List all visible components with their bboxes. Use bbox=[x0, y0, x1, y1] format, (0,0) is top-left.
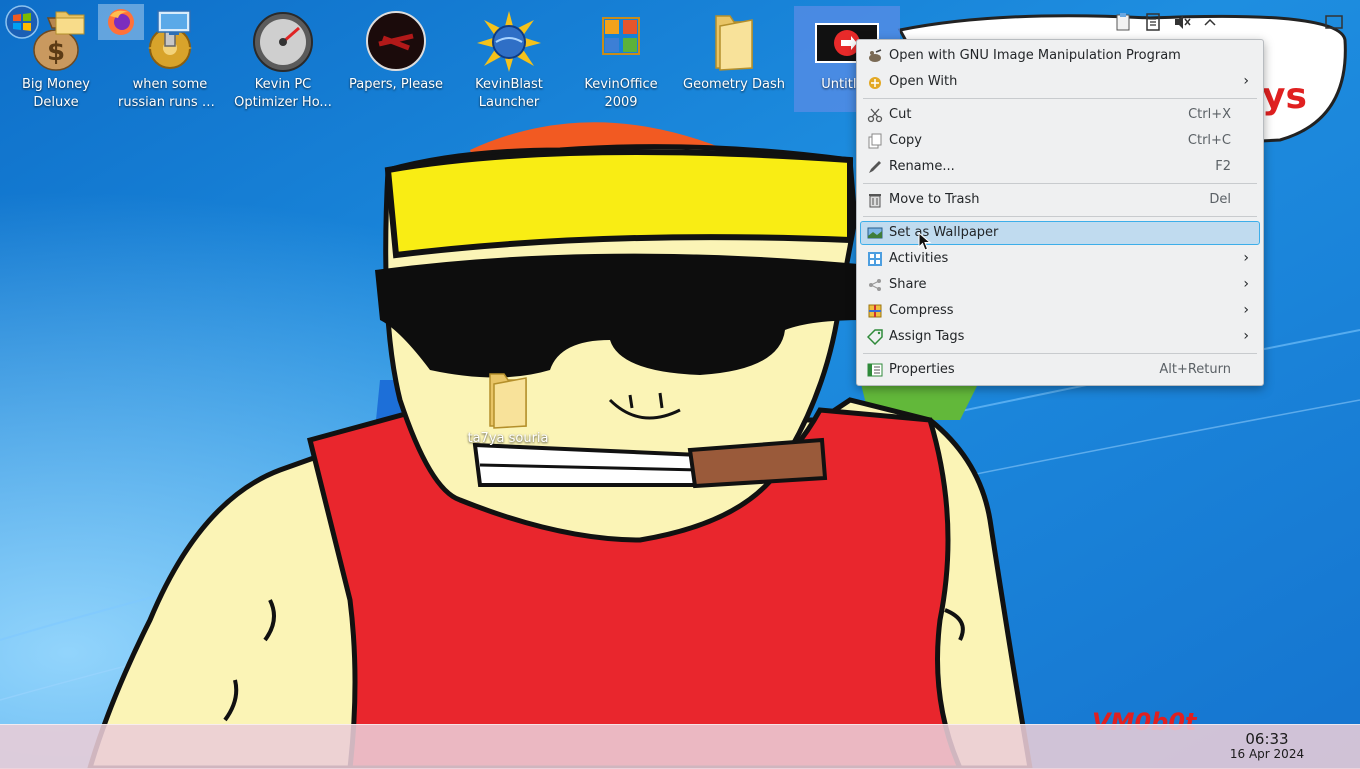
folder-icon bbox=[489, 373, 527, 429]
svg-text:$: $ bbox=[47, 37, 65, 67]
mouse-cursor-icon bbox=[918, 232, 932, 251]
system-settings-button[interactable] bbox=[154, 4, 194, 40]
menu-separator bbox=[863, 353, 1257, 354]
menu-item-open-with-gimp[interactable]: Open with GNU Image Manipulation Program bbox=[860, 44, 1260, 68]
menu-item-properties[interactable]: Properties Alt+Return bbox=[860, 358, 1260, 382]
menu-item-move-to-trash[interactable]: Move to Trash Del bbox=[860, 188, 1260, 212]
desktop-icon-papers-please[interactable]: Papers, Please bbox=[342, 6, 450, 112]
desktop-icon-label: KevinBlast Launcher bbox=[475, 77, 543, 110]
monitor-icon bbox=[157, 10, 191, 35]
chevron-right-icon: › bbox=[1243, 302, 1249, 318]
menu-item-open-with[interactable]: Open With › bbox=[860, 70, 1260, 94]
show-desktop-icon[interactable] bbox=[1324, 12, 1344, 32]
activities-icon bbox=[868, 252, 882, 266]
context-menu: Open with GNU Image Manipulation Program… bbox=[856, 39, 1264, 386]
desktop-icon-label: Papers, Please bbox=[348, 77, 444, 92]
folder-icon bbox=[715, 15, 753, 71]
scissors-icon bbox=[867, 108, 883, 123]
folder-icon bbox=[55, 11, 85, 35]
clock-date[interactable]: 16 Apr 2024 bbox=[1222, 747, 1312, 761]
taskbar bbox=[0, 724, 1360, 769]
papers-please-icon bbox=[366, 11, 426, 71]
menu-item-copy[interactable]: Copy Ctrl+C bbox=[860, 129, 1260, 153]
file-manager-button[interactable] bbox=[50, 4, 90, 40]
notes-icon[interactable] bbox=[1143, 12, 1163, 32]
desktop-icon-label: ta7ya souria bbox=[467, 431, 549, 446]
desktop-icon-label: Kevin PC Optimizer Ho... bbox=[234, 77, 332, 110]
windows-start-icon bbox=[5, 5, 39, 39]
desktop-icon-ta7ya-souria[interactable]: ta7ya souria bbox=[452, 364, 564, 470]
chevron-up-icon[interactable] bbox=[1200, 12, 1220, 32]
menu-item-cut[interactable]: Cut Ctrl+X bbox=[860, 103, 1260, 127]
clock-time[interactable]: 06:33 bbox=[1232, 731, 1302, 748]
chevron-right-icon: › bbox=[1243, 73, 1249, 89]
desktop-icon-kevin-pc-optimizer[interactable]: Kevin PC Optimizer Ho... bbox=[229, 6, 337, 112]
gauge-icon bbox=[253, 12, 313, 72]
properties-icon bbox=[867, 363, 883, 377]
chevron-right-icon: › bbox=[1243, 276, 1249, 292]
compress-icon bbox=[868, 304, 882, 318]
firefox-icon bbox=[108, 9, 134, 35]
menu-item-share[interactable]: Share › bbox=[860, 273, 1260, 297]
menu-separator bbox=[863, 183, 1257, 184]
menu-item-compress[interactable]: Compress › bbox=[860, 299, 1260, 323]
volume-muted-icon[interactable] bbox=[1172, 12, 1192, 32]
desktop-icon-geometry-dash[interactable]: Geometry Dash bbox=[680, 6, 788, 112]
desktop-icon-label: when some russian runs a... bbox=[118, 77, 222, 110]
firefox-button[interactable] bbox=[98, 4, 144, 40]
desktop-icon-kevinblast-launcher[interactable]: KevinBlast Launcher bbox=[455, 6, 563, 112]
desktop-icon-label: Geometry Dash bbox=[683, 77, 785, 92]
copy-icon bbox=[868, 133, 882, 149]
desktop-icon-label: Big Money Deluxe bbox=[21, 77, 90, 110]
tag-icon bbox=[867, 329, 883, 345]
menu-separator bbox=[863, 98, 1257, 99]
menu-item-assign-tags[interactable]: Assign Tags › bbox=[860, 325, 1260, 349]
chevron-right-icon: › bbox=[1243, 328, 1249, 344]
menu-separator bbox=[863, 216, 1257, 217]
office-icon bbox=[602, 17, 640, 55]
gimp-icon bbox=[869, 49, 882, 62]
menu-item-rename[interactable]: Rename... F2 bbox=[860, 155, 1260, 179]
desktop-icon-kevinoffice-2009[interactable]: KevinOffice 2009 bbox=[567, 6, 675, 112]
open-with-icon bbox=[869, 77, 881, 89]
rename-icon bbox=[869, 161, 881, 173]
wallpaper-icon bbox=[867, 227, 883, 239]
bubble-text: ys bbox=[1262, 76, 1307, 117]
trash-icon bbox=[869, 194, 881, 208]
clipboard-icon[interactable] bbox=[1113, 12, 1133, 32]
start-menu-button[interactable] bbox=[2, 4, 42, 40]
chevron-right-icon: › bbox=[1243, 250, 1249, 266]
share-icon bbox=[869, 279, 881, 291]
desktop-icon-label: KevinOffice 2009 bbox=[584, 77, 658, 110]
kevinblast-icon bbox=[477, 11, 541, 72]
